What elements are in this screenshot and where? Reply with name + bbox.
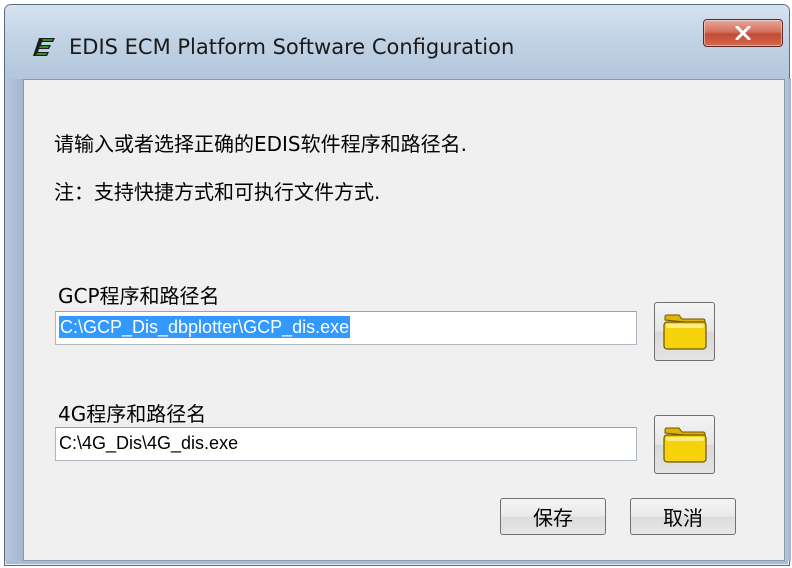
- app-logo-icon: [33, 38, 55, 56]
- close-button[interactable]: [703, 19, 783, 47]
- dialog-content: 请输入或者选择正确的EDIS软件程序和路径名. 注：支持快捷方式和可执行文件方式…: [23, 79, 785, 561]
- window-left-border: [5, 79, 23, 561]
- close-icon: [735, 26, 751, 40]
- config-window: EDIS ECM Platform Software Configuration…: [4, 4, 791, 566]
- g4-path-input[interactable]: C:\4G_Dis\4G_dis.exe: [55, 427, 637, 461]
- gcp-browse-button[interactable]: [654, 302, 715, 361]
- cancel-button[interactable]: 取消: [630, 498, 736, 535]
- window-title: EDIS ECM Platform Software Configuration: [69, 35, 515, 59]
- folder-icon: [662, 314, 707, 350]
- instruction-line-1: 请输入或者选择正确的EDIS软件程序和路径名.: [54, 132, 467, 156]
- g4-path-value: C:\4G_Dis\4G_dis.exe: [59, 433, 239, 453]
- title-bar[interactable]: EDIS ECM Platform Software Configuration: [5, 5, 789, 79]
- save-button[interactable]: 保存: [500, 498, 606, 535]
- window-right-border: [785, 79, 791, 561]
- g4-path-label: 4G程序和路径名: [58, 402, 207, 426]
- g4-browse-button[interactable]: [654, 415, 715, 474]
- gcp-path-value: C:\GCP_Dis_dbplotter\GCP_dis.exe: [59, 316, 351, 338]
- folder-icon: [662, 427, 707, 463]
- instruction-line-2: 注：支持快捷方式和可执行文件方式.: [54, 180, 381, 204]
- gcp-path-input[interactable]: C:\GCP_Dis_dbplotter\GCP_dis.exe: [55, 311, 637, 345]
- gcp-path-label: GCP程序和路径名: [58, 284, 220, 308]
